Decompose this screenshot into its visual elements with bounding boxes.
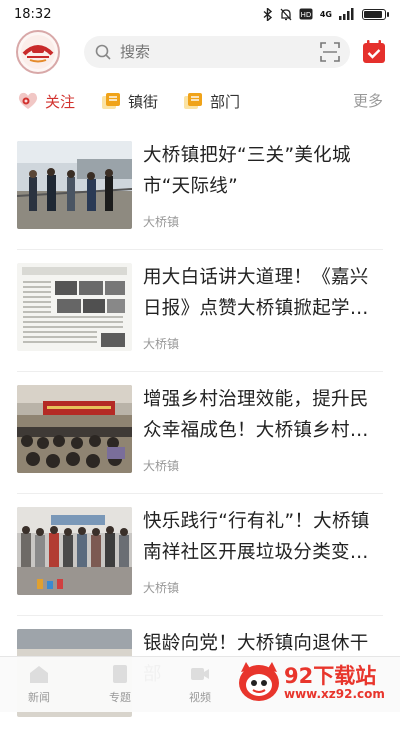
- calendar-check-icon[interactable]: [362, 40, 386, 64]
- video-icon: [191, 668, 209, 680]
- tab-towns-label: 镇街: [128, 92, 159, 111]
- news-item[interactable]: 用大白话讲大道理！《嘉兴日报》点赞大桥镇掀起学习宣传贯彻热潮 大桥镇: [0, 250, 400, 372]
- home-icon: [30, 666, 48, 683]
- scan-icon[interactable]: [320, 42, 340, 62]
- site-watermark: 92下载站 www.xz92.com: [236, 658, 396, 708]
- news-title: 用大白话讲大道理！《嘉兴日报》点赞大桥镇掀起学习宣传贯彻热潮: [143, 267, 369, 319]
- document-list-icon: [184, 93, 202, 109]
- category-tabs: 关注 镇街 部门 更多: [0, 86, 400, 116]
- news-source: 大桥镇: [143, 215, 180, 229]
- network-label: 4G: [319, 9, 332, 19]
- news-thumbnail: [17, 141, 132, 229]
- status-icons: HD 4G: [263, 7, 389, 21]
- news-source: 大桥镇: [143, 581, 180, 595]
- document-list-icon: [102, 93, 120, 109]
- news-item[interactable]: 增强乡村治理效能，提升民众幸福成色！大桥镇乡村治理工作推进会召开 大桥镇: [0, 372, 400, 494]
- news-source: 大桥镇: [143, 337, 180, 351]
- nav-news-label: 新闻: [28, 691, 50, 704]
- bluetooth-icon: [263, 7, 272, 21]
- search-input[interactable]: [118, 42, 302, 62]
- hd-icon: HD: [299, 8, 313, 20]
- nav-topics-label: 专题: [109, 691, 131, 704]
- tab-towns[interactable]: 镇街: [100, 86, 158, 116]
- document-icon: [113, 665, 127, 683]
- app-logo[interactable]: [16, 30, 60, 74]
- nav-video-label: 视频: [189, 691, 211, 704]
- news-title: 大桥镇把好“三关”美化城市“天际线”: [143, 145, 351, 197]
- heart-plus-icon: [18, 92, 38, 109]
- status-bar: 18:32 HD 4G: [0, 0, 400, 28]
- logo-emblem-icon: [21, 35, 55, 69]
- tab-follow[interactable]: 关注: [17, 86, 75, 116]
- watermark-url: www.xz92.com: [284, 687, 385, 701]
- news-thumbnail: [17, 385, 132, 473]
- battery-icon: [362, 8, 389, 20]
- app-header: [0, 28, 400, 76]
- nav-topics[interactable]: 专题: [90, 663, 150, 705]
- svg-text:HD: HD: [301, 11, 312, 19]
- status-time: 18:32: [14, 6, 52, 22]
- tab-departments[interactable]: 部门: [182, 86, 240, 116]
- watermark-title: 92下载站: [284, 664, 377, 688]
- search-bar[interactable]: [84, 36, 350, 68]
- search-icon: [95, 44, 111, 60]
- watermark-logo-icon: [239, 662, 279, 701]
- more-link[interactable]: 更多: [353, 90, 383, 111]
- news-item[interactable]: 大桥镇把好“三关”美化城市“天际线” 大桥镇: [0, 128, 400, 250]
- news-thumbnail: [17, 507, 132, 595]
- news-source: 大桥镇: [143, 459, 180, 473]
- news-title: 增强乡村治理效能，提升民众幸福成色！大桥镇乡村治理工作推进会召开: [143, 389, 369, 441]
- tab-departments-label: 部门: [210, 92, 241, 111]
- signal-icon: [339, 8, 354, 20]
- nav-video[interactable]: 视频: [170, 663, 230, 705]
- news-item[interactable]: 快乐践行“行有礼”！大桥镇南祥社区开展垃圾分类变废为宝活动 大桥镇: [0, 494, 400, 616]
- news-title: 快乐践行“行有礼”！大桥镇南祥社区开展垃圾分类变废为宝活动: [143, 511, 370, 563]
- nav-news[interactable]: 新闻: [9, 663, 69, 705]
- silent-bell-icon: [280, 8, 292, 20]
- news-list: 大桥镇把好“三关”美化城市“天际线” 大桥镇 用大白话讲大道理！《嘉兴日报》点赞…: [0, 128, 400, 738]
- tab-follow-label: 关注: [45, 92, 76, 111]
- news-thumbnail: [17, 263, 132, 351]
